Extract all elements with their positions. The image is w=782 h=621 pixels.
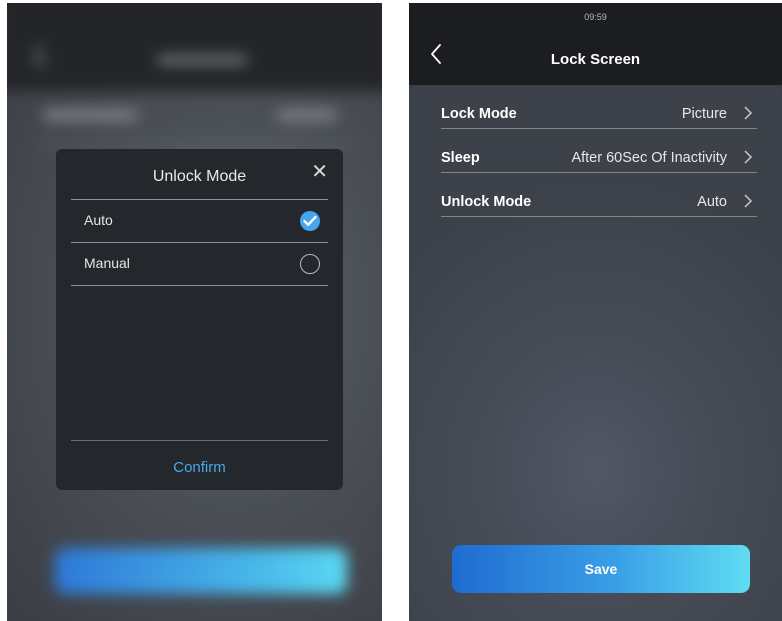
blurred-back-icon <box>35 47 43 67</box>
setting-row-sleep[interactable]: Sleep After 60Sec Of Inactivity <box>441 129 757 173</box>
blurred-divider <box>37 143 352 145</box>
close-icon[interactable]: ✕ <box>311 162 328 182</box>
unlock-mode-screen: Unlock Mode ✕ Auto Manual Confirm <box>7 3 382 621</box>
radio-empty-icon[interactable] <box>300 254 320 274</box>
setting-row-lock-mode[interactable]: Lock Mode Picture <box>441 85 757 129</box>
chevron-right-icon <box>743 149 753 170</box>
blurred-row-value <box>277 109 337 121</box>
chevron-right-icon <box>743 193 753 214</box>
lock-screen-settings: 09:59 Lock Screen Lock Mode Picture Slee… <box>409 3 782 621</box>
row-divider <box>441 216 757 217</box>
settings-body: Lock Mode Picture Sleep After 60Sec Of I… <box>409 85 782 621</box>
status-time: 09:59 <box>584 12 607 22</box>
save-button[interactable]: Save <box>452 545 750 593</box>
blurred-header <box>7 3 382 93</box>
setting-label: Sleep <box>441 150 480 166</box>
option-label: Auto <box>84 212 113 228</box>
blurred-title <box>157 55 247 65</box>
option-divider <box>71 285 328 286</box>
setting-value: Auto <box>697 194 727 210</box>
dialog-title: Unlock Mode <box>152 168 247 185</box>
unlock-mode-dialog: Unlock Mode ✕ Auto Manual Confirm <box>56 149 343 490</box>
top-bar: 09:59 Lock Screen <box>409 3 782 85</box>
setting-value: Picture <box>681 106 727 122</box>
setting-row-unlock-mode[interactable]: Unlock Mode Auto <box>441 173 757 217</box>
page-title: Lock Screen <box>550 51 641 68</box>
confirm-button[interactable]: Confirm <box>56 459 343 476</box>
option-label: Manual <box>84 255 130 271</box>
setting-value: After 60Sec Of Inactivity <box>571 150 727 166</box>
footer-divider <box>71 440 328 441</box>
blurred-save-button <box>55 548 347 594</box>
check-icon[interactable] <box>300 211 320 231</box>
setting-label: Lock Mode <box>441 106 517 122</box>
option-auto[interactable]: Auto <box>71 200 328 242</box>
blurred-row-label <box>43 109 138 121</box>
option-manual[interactable]: Manual <box>71 243 328 285</box>
setting-label: Unlock Mode <box>441 194 532 210</box>
chevron-right-icon <box>743 105 753 126</box>
